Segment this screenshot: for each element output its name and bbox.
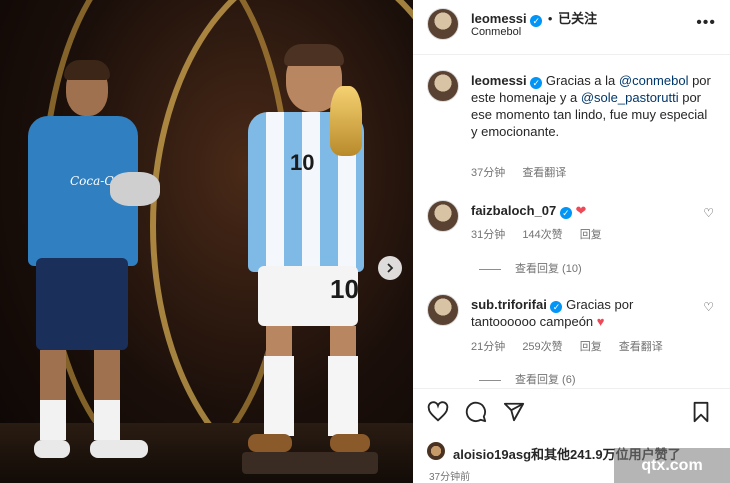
statue-boot <box>330 434 370 452</box>
comment-time: 21分钟 <box>471 341 506 353</box>
caption-username[interactable]: leomessi <box>471 73 527 88</box>
mention-link[interactable]: @conmebol <box>619 73 689 88</box>
comment-likes[interactable]: 259次赞 <box>522 341 562 353</box>
like-comment-icon[interactable]: ♡ <box>703 206 714 220</box>
avatar[interactable] <box>427 200 459 232</box>
comment-meta: 31分钟 144次赞 回复 <box>471 226 616 242</box>
avatar[interactable] <box>427 8 459 40</box>
caption-text: Gracias a la <box>545 73 619 88</box>
post-timestamp: 37分钟前 <box>429 472 471 483</box>
follow-status-button[interactable]: 已关注 <box>558 11 597 26</box>
avatar[interactable] <box>427 70 459 102</box>
comment-time: 31分钟 <box>471 229 506 241</box>
share-icon[interactable] <box>503 401 525 423</box>
person-hair <box>64 60 110 80</box>
person-shorts <box>36 258 128 350</box>
post-side-panel: leomessi ✓ • 已关注 Conmebol ••• leomessi ✓… <box>413 0 730 483</box>
post-author: leomessi ✓ • 已关注 <box>471 8 597 27</box>
location-link[interactable]: Conmebol <box>471 26 521 38</box>
comment-body: sub.triforifai ✓ Gracias por tantoooooo … <box>471 296 671 330</box>
person-sock <box>40 400 66 440</box>
statue-boot <box>248 434 292 452</box>
replies-divider <box>479 379 501 381</box>
mention-link[interactable]: @sole_pastorutti <box>581 90 679 105</box>
post-caption: leomessi ✓ Gracias a la @conmebol por es… <box>471 72 711 140</box>
heart-emoji: ♥ <box>596 314 605 329</box>
see-translation-button[interactable]: 查看翻译 <box>522 167 566 179</box>
statue-sock <box>264 356 294 436</box>
world-cup-trophy <box>330 86 362 156</box>
avatar[interactable] <box>427 294 459 326</box>
caption-meta: 37分钟 查看翻译 <box>471 164 580 180</box>
heart-emoji: ❤ <box>575 203 587 218</box>
person-sock <box>94 400 120 440</box>
like-comment-icon[interactable]: ♡ <box>703 300 714 314</box>
person-shoe <box>34 440 70 458</box>
miniature-trophy <box>110 172 160 206</box>
replies-divider <box>479 268 501 270</box>
next-photo-button[interactable] <box>378 256 402 280</box>
comment-username[interactable]: faizbaloch_07 <box>471 203 556 218</box>
statue-base <box>242 452 378 474</box>
watermark: qtx.com <box>614 448 730 483</box>
person-shoe <box>90 440 148 458</box>
separator-dot: • <box>547 11 553 26</box>
view-replies-label[interactable]: 查看回复 (6) <box>515 374 576 386</box>
verified-badge-icon: ✓ <box>530 15 543 27</box>
statue-shorts-number: 10 <box>330 274 359 304</box>
action-bar <box>413 388 730 437</box>
statue-jersey-number: 10 <box>290 150 315 175</box>
see-translation-button[interactable]: 查看翻译 <box>619 341 663 353</box>
comment-likes[interactable]: 144次赞 <box>522 229 562 241</box>
verified-badge-icon: ✓ <box>530 77 543 89</box>
view-replies-label[interactable]: 查看回复 (10) <box>515 263 582 275</box>
comment-meta: 21分钟 259次赞 回复 查看翻译 <box>471 338 677 354</box>
like-icon[interactable] <box>427 401 449 423</box>
caption-time: 37分钟 <box>471 167 506 179</box>
bookmark-icon[interactable] <box>691 401 711 423</box>
comment-icon[interactable] <box>465 401 487 423</box>
verified-badge-icon: ✓ <box>559 207 572 219</box>
comment-body: faizbaloch_07 ✓ ❤ <box>471 202 586 219</box>
username-link[interactable]: leomessi <box>471 11 527 26</box>
post-header: leomessi ✓ • 已关注 Conmebol ••• <box>413 0 730 55</box>
post-photo[interactable]: Coca-Cola 10 10 <box>0 0 413 483</box>
view-replies[interactable]: 查看回复 (6) <box>479 371 576 387</box>
comment-username[interactable]: sub.triforifai <box>471 297 547 312</box>
statue-sock <box>328 356 358 436</box>
more-options-icon[interactable]: ••• <box>696 14 716 32</box>
reply-button[interactable]: 回复 <box>580 229 602 241</box>
view-replies[interactable]: 查看回复 (10) <box>479 260 582 276</box>
reply-button[interactable]: 回复 <box>580 341 602 353</box>
verified-badge-icon: ✓ <box>550 301 563 313</box>
liker-username[interactable]: aloisio19asg <box>453 447 531 462</box>
avatar[interactable] <box>427 442 445 460</box>
statue-hair <box>284 44 344 66</box>
chevron-right-icon <box>387 263 394 273</box>
